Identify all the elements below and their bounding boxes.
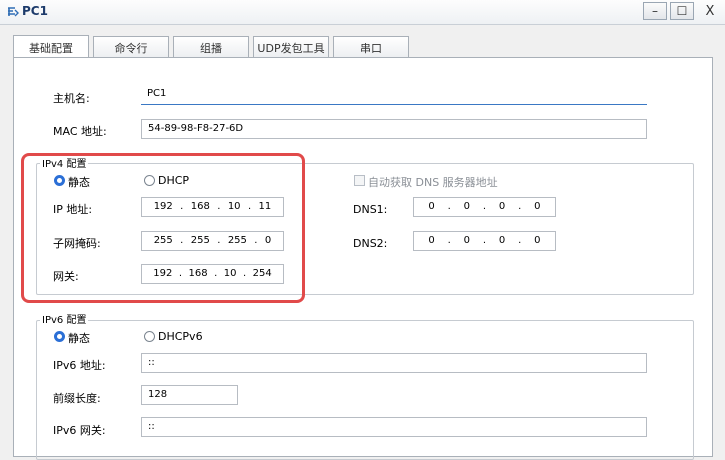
tab-udp-tool[interactable]: UDP发包工具 bbox=[253, 36, 329, 58]
close-icon: X bbox=[705, 3, 715, 19]
hostname-input[interactable]: PC1 bbox=[141, 85, 647, 105]
auto-dns-checkbox[interactable] bbox=[354, 175, 365, 186]
tab-multicast[interactable]: 组播 bbox=[173, 36, 249, 58]
ipv4-dhcp-label: DHCP bbox=[158, 174, 190, 187]
ip-address-label: IP 地址: bbox=[53, 203, 93, 216]
mac-label: MAC 地址: bbox=[53, 125, 107, 138]
auto-dns-label: 自动获取 DNS 服务器地址 bbox=[368, 176, 498, 189]
close-button[interactable]: X bbox=[698, 2, 722, 20]
title-bar: PC1 – ☐ X bbox=[0, 0, 725, 25]
minimize-icon: – bbox=[652, 4, 658, 18]
prefix-length-label: 前缀长度: bbox=[53, 392, 101, 405]
ipv6-gateway-input[interactable]: :: bbox=[141, 417, 647, 437]
subnet-mask-input[interactable]: 255. 255. 255. 0 bbox=[141, 231, 284, 251]
ipv4-dhcp-radio[interactable] bbox=[144, 175, 155, 186]
ipv4-static-label: 静态 bbox=[68, 176, 90, 189]
ipv6-group bbox=[36, 320, 694, 460]
ipv6-address-label: IPv6 地址: bbox=[53, 359, 106, 372]
prefix-length-input[interactable]: 128 bbox=[141, 385, 238, 405]
ipv4-static-radio[interactable] bbox=[54, 175, 65, 186]
ipv6-static-radio[interactable] bbox=[54, 331, 65, 342]
gateway-label: 网关: bbox=[53, 270, 79, 283]
minimize-button[interactable]: – bbox=[643, 2, 667, 20]
ipv6-dhcp-radio[interactable] bbox=[144, 331, 155, 342]
ipv6-address-input[interactable]: :: bbox=[141, 353, 647, 373]
ipv6-group-title: IPv6 配置 bbox=[40, 311, 89, 326]
maximize-button[interactable]: ☐ bbox=[670, 2, 694, 20]
maximize-icon: ☐ bbox=[676, 4, 688, 18]
ipv6-static-label: 静态 bbox=[68, 332, 90, 345]
tab-command-line[interactable]: 命令行 bbox=[93, 36, 169, 58]
dns2-label: DNS2: bbox=[353, 237, 388, 250]
dns1-label: DNS1: bbox=[353, 203, 388, 216]
ipv6-gateway-label: IPv6 网关: bbox=[53, 424, 106, 437]
gateway-input[interactable]: 192. 168. 10. 254 bbox=[141, 264, 284, 284]
window-title: PC1 bbox=[22, 4, 48, 18]
mac-address-field: 54-89-98-F8-27-6D bbox=[141, 119, 647, 139]
tab-basic-config[interactable]: 基础配置 bbox=[13, 35, 89, 59]
dns1-input[interactable]: 0.0.0.0 bbox=[413, 197, 556, 217]
pc-app-icon bbox=[8, 7, 19, 17]
ipv4-group bbox=[36, 163, 694, 295]
hostname-label: 主机名: bbox=[53, 92, 90, 105]
dns2-input[interactable]: 0.0.0.0 bbox=[413, 231, 556, 251]
tab-serial[interactable]: 串口 bbox=[333, 36, 409, 58]
ip-address-input[interactable]: 192. 168. 10. 11 bbox=[141, 197, 284, 217]
ipv6-dhcp-label: DHCPv6 bbox=[158, 330, 203, 343]
subnet-mask-label: 子网掩码: bbox=[53, 237, 101, 250]
ipv4-group-title: IPv4 配置 bbox=[40, 155, 89, 170]
